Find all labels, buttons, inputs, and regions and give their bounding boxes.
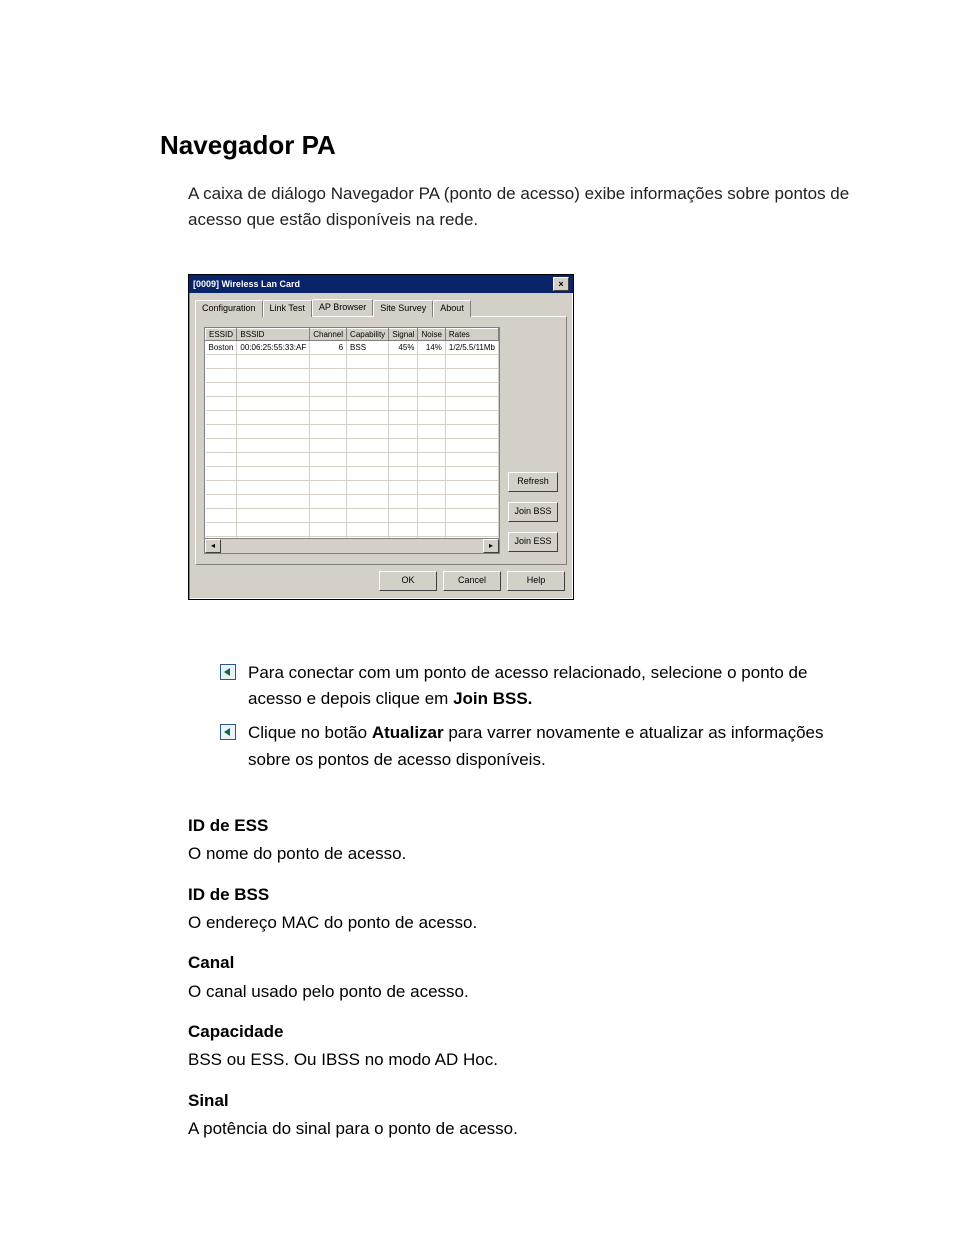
bullet-item: Clique no botão Atualizar para varrer no… [248, 720, 854, 773]
wireless-card-dialog: [0009] Wireless Lan Card × Configuration… [188, 274, 574, 600]
definitions: ID de ESS O nome do ponto de acesso. ID … [188, 813, 854, 1142]
def-term: ID de ESS [188, 813, 854, 839]
intro-paragraph: A caixa de diálogo Navegador PA (ponto d… [188, 181, 854, 234]
cell-rates: 1/2/5.5/11Mb [445, 340, 498, 354]
bullet-arrow-icon [220, 724, 236, 740]
def-desc: BSS ou ESS. Ou IBSS no modo AD Hoc. [188, 1047, 854, 1073]
tab-about[interactable]: About [433, 300, 471, 317]
dialog-title: [0009] Wireless Lan Card [193, 279, 300, 289]
tab-link-test[interactable]: Link Test [263, 300, 312, 317]
ok-button[interactable]: OK [379, 571, 437, 591]
scroll-left-icon[interactable]: ◂ [205, 539, 221, 553]
join-bss-button[interactable]: Join BSS [508, 502, 558, 522]
bullet-text: Clique no botão [248, 723, 372, 742]
help-button[interactable]: Help [507, 571, 565, 591]
def-term: Capacidade [188, 1019, 854, 1045]
cell-essid: Boston [206, 340, 237, 354]
bullet-list: Para conectar com um ponto de acesso rel… [220, 660, 854, 773]
def-desc: O endereço MAC do ponto de acesso. [188, 910, 854, 936]
refresh-button[interactable]: Refresh [508, 472, 558, 492]
page-heading: Navegador PA [160, 130, 854, 161]
close-icon[interactable]: × [553, 277, 569, 291]
col-signal[interactable]: Signal [389, 328, 418, 340]
join-ess-button[interactable]: Join ESS [508, 532, 558, 552]
bullet-arrow-icon [220, 664, 236, 680]
cell-signal: 45% [389, 340, 418, 354]
tab-configuration[interactable]: Configuration [195, 300, 263, 317]
bullet-strong: Join BSS. [453, 689, 532, 708]
scroll-right-icon[interactable]: ▸ [483, 539, 499, 553]
cell-capability: BSS [347, 340, 389, 354]
def-term: Sinal [188, 1088, 854, 1114]
cell-noise: 14% [418, 340, 445, 354]
col-essid[interactable]: ESSID [206, 328, 237, 340]
def-desc: O nome do ponto de acesso. [188, 841, 854, 867]
def-desc: A potência do sinal para o ponto de aces… [188, 1116, 854, 1142]
tab-panel: ESSID BSSID Channel Capability Signal No… [195, 316, 567, 565]
bullet-strong: Atualizar [372, 723, 444, 742]
cancel-button[interactable]: Cancel [443, 571, 501, 591]
def-term: Canal [188, 950, 854, 976]
dialog-titlebar: [0009] Wireless Lan Card × [189, 275, 573, 293]
cell-bssid: 00:06:25:55:33:AF [237, 340, 310, 354]
col-noise[interactable]: Noise [418, 328, 445, 340]
bullet-item: Para conectar com um ponto de acesso rel… [248, 660, 854, 713]
horizontal-scrollbar[interactable]: ◂ ▸ [204, 539, 500, 554]
col-channel[interactable]: Channel [310, 328, 347, 340]
tab-ap-browser[interactable]: AP Browser [312, 299, 373, 316]
cell-channel: 6 [310, 340, 347, 354]
col-rates[interactable]: Rates [445, 328, 498, 340]
def-desc: O canal usado pelo ponto de acesso. [188, 979, 854, 1005]
tab-site-survey[interactable]: Site Survey [373, 300, 433, 317]
col-bssid[interactable]: BSSID [237, 328, 310, 340]
table-row[interactable]: Boston 00:06:25:55:33:AF 6 BSS 45% 14% 1… [206, 340, 499, 354]
col-capability[interactable]: Capability [347, 328, 389, 340]
def-term: ID de BSS [188, 882, 854, 908]
ap-grid[interactable]: ESSID BSSID Channel Capability Signal No… [204, 327, 500, 539]
dialog-tabs: Configuration Link Test AP Browser Site … [189, 293, 573, 316]
